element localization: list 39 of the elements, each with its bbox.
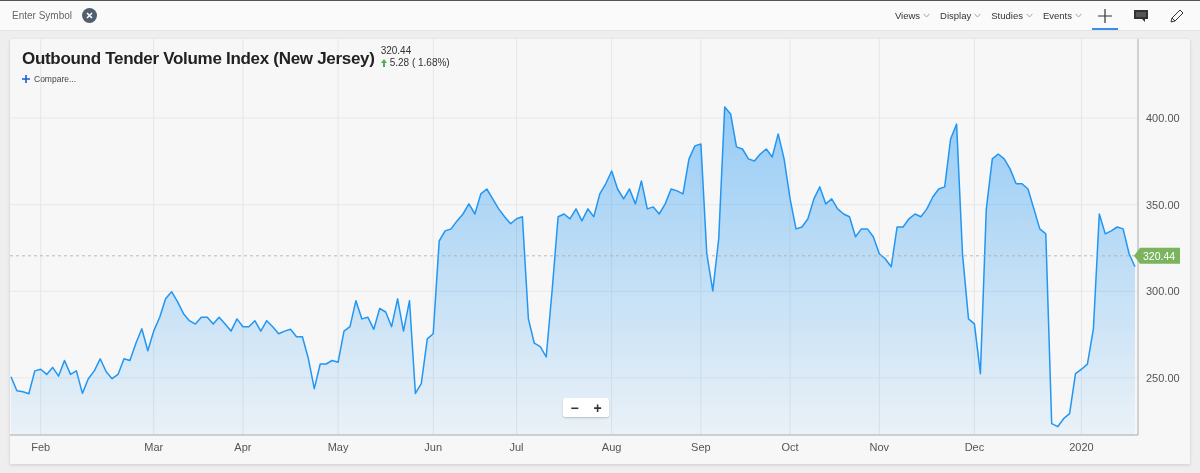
- ref-line-label: 320.44: [1143, 249, 1176, 262]
- menu-dropdown[interactable]: Display: [940, 10, 982, 21]
- axis-label: Dec: [964, 441, 985, 453]
- crosshair-icon: [1098, 8, 1112, 23]
- chart-title: Outbound Tender Volume Index (New Jersey): [22, 49, 375, 69]
- axis-label: 250.00: [1146, 371, 1180, 384]
- zoom-in-button[interactable]: +: [586, 398, 609, 417]
- axis-label: Oct: [781, 441, 799, 453]
- axis-label: Apr: [234, 441, 252, 453]
- up-arrow-icon: [380, 58, 387, 67]
- clear-icon[interactable]: [82, 8, 97, 23]
- axis-label: Jul: [509, 441, 524, 453]
- comment-icon: [1134, 9, 1148, 22]
- axis-label: 300.00: [1146, 285, 1180, 298]
- price-value: 320.44: [380, 45, 413, 56]
- chevron-down-icon: [1075, 13, 1082, 18]
- zoom-out-button[interactable]: −: [563, 398, 586, 417]
- axis-label: May: [327, 441, 349, 453]
- symbol-field[interactable]: Enter Symbol: [12, 10, 76, 21]
- menu-dropdown[interactable]: Studies: [991, 10, 1033, 21]
- price-tag: 320.44: [1134, 247, 1180, 264]
- axis-label: Nov: [869, 441, 890, 453]
- axis-label: Sep: [691, 441, 711, 453]
- axis-label: Mar: [144, 441, 164, 453]
- chevron-down-icon: [974, 13, 982, 18]
- axis-label: 350.00: [1146, 198, 1180, 211]
- axis-label: Jun: [424, 441, 443, 453]
- axis-label: 2020: [1069, 441, 1094, 453]
- compare-link[interactable]: Compare...: [34, 74, 77, 84]
- chevron-down-icon: [1025, 13, 1033, 18]
- menu-dropdown[interactable]: Events: [1042, 10, 1082, 21]
- plus-icon: [22, 75, 30, 83]
- menu-dropdown[interactable]: Views: [894, 10, 931, 21]
- pencil-icon: [1170, 8, 1184, 23]
- price-change: 5.28 ( 1.68%): [389, 57, 450, 68]
- axis-label: 400.00: [1146, 112, 1180, 124]
- axis-label: Feb: [31, 441, 51, 453]
- axis-label: Aug: [601, 441, 622, 453]
- chevron-down-icon: [923, 13, 931, 18]
